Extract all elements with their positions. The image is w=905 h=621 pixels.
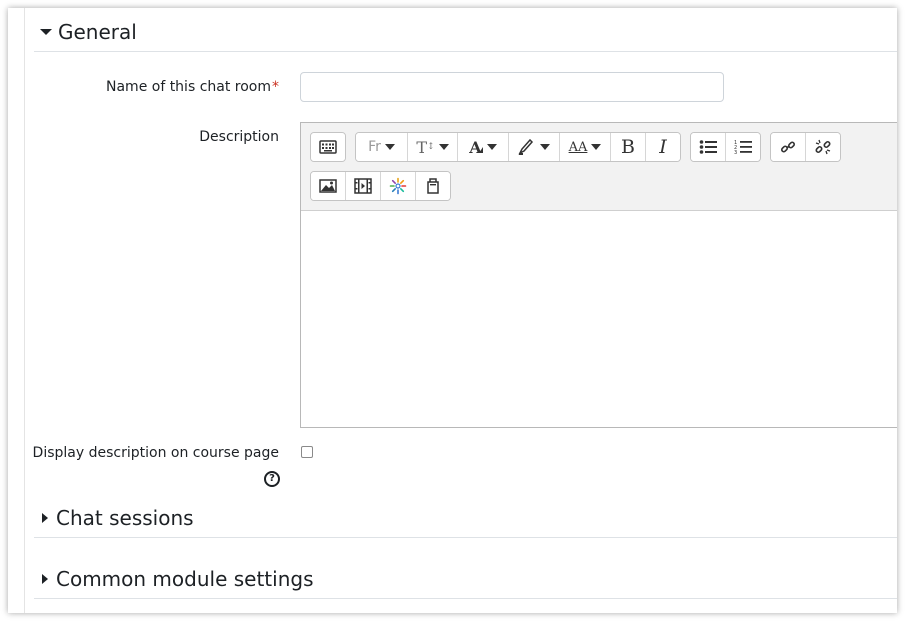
caret-down-icon — [40, 28, 52, 35]
section-title-general: General — [58, 19, 137, 44]
modal-form-frame: General Name of this chat room* Descript… — [8, 8, 897, 613]
font-color-icon[interactable]: A — [458, 133, 509, 161]
italic-icon[interactable]: I — [646, 133, 680, 161]
section-title-common-module-settings: Common module settings — [56, 566, 314, 591]
paragraph-styles-label: AA — [568, 139, 588, 155]
chat-room-name-input[interactable] — [300, 72, 724, 102]
editor-toolbar: Fr T ↕ A AA B I 1 2 3 — [301, 123, 897, 211]
required-icon: * — [272, 79, 279, 95]
section-title-chat-sessions: Chat sessions — [56, 505, 194, 530]
ordered-list-icon[interactable]: 123 — [726, 133, 760, 161]
description-editor: Fr T ↕ A AA B I 1 2 3 — [300, 122, 897, 428]
highlighter-icon[interactable] — [509, 133, 560, 161]
unlink-icon[interactable] — [806, 133, 840, 161]
name-label-text: Name of this chat room — [106, 79, 271, 95]
toolbar-group-lists: 123 — [690, 132, 761, 162]
toolbar-group-style: Fr T ↕ A AA B I — [355, 132, 681, 162]
toolbar-group-more — [310, 132, 346, 162]
paragraph-styles-icon[interactable]: AA — [560, 133, 611, 161]
link-icon[interactable] — [771, 133, 806, 161]
description-label: Description — [199, 129, 279, 145]
bold-icon[interactable]: B — [611, 133, 646, 161]
h5p-burst-icon[interactable] — [381, 172, 416, 200]
image-icon[interactable] — [311, 172, 346, 200]
font-size-label: T — [416, 137, 428, 157]
section-header-common-module-settings[interactable]: Common module settings — [34, 559, 897, 599]
svg-text:3: 3 — [734, 150, 737, 155]
section-header-general[interactable]: General — [34, 12, 897, 52]
files-icon[interactable] — [416, 172, 450, 200]
caret-right-icon — [42, 573, 48, 584]
display-description-checkbox[interactable] — [301, 446, 313, 458]
caret-right-icon — [42, 512, 48, 523]
section-header-chat-sessions[interactable]: Chat sessions — [34, 498, 897, 538]
keyboard-icon[interactable] — [311, 133, 345, 161]
toolbar-group-links — [770, 132, 841, 162]
help-icon[interactable]: ? — [264, 471, 280, 487]
name-field-label: Name of this chat room* — [8, 79, 279, 95]
left-rule — [24, 8, 25, 613]
font-family-label: Fr — [368, 139, 381, 155]
font-family-icon[interactable]: Fr — [356, 133, 408, 161]
toolbar-group-media — [310, 171, 451, 201]
display-description-label: Display description on course page — [32, 445, 279, 461]
unordered-list-icon[interactable] — [691, 133, 726, 161]
film-icon[interactable] — [346, 172, 381, 200]
description-editor-content[interactable] — [301, 212, 897, 427]
font-size-icon[interactable]: T ↕ — [408, 133, 458, 161]
